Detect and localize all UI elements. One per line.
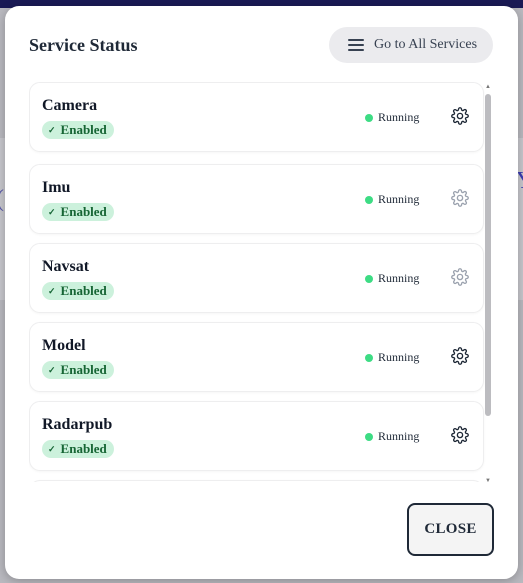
close-button[interactable]: CLOSE (407, 503, 494, 556)
status-label: Running (378, 429, 420, 443)
service-status: Running (365, 429, 419, 444)
service-name: Imu (42, 179, 71, 196)
status-dot (365, 195, 373, 204)
enabled-label: Enabled (60, 283, 107, 298)
background-text-fragment: ( (0, 186, 4, 213)
service-card[interactable]: Camera ✓ Enabled Running (29, 82, 484, 152)
service-name: Model (42, 337, 86, 354)
enabled-badge: ✓ Enabled (42, 203, 114, 221)
check-icon: ✓ (48, 364, 56, 375)
service-status: Running (365, 271, 419, 286)
scroll-up-icon[interactable]: ▲ (485, 84, 491, 90)
service-name: Navsat (42, 258, 90, 275)
status-label: Running (378, 110, 420, 124)
service-status: Running (365, 192, 419, 207)
status-dot (365, 432, 373, 441)
go-to-all-services-label: Go to All Services (374, 37, 478, 52)
enabled-label: Enabled (60, 362, 107, 377)
service-name: Radarpub (42, 416, 113, 433)
gear-icon[interactable] (451, 426, 469, 444)
scrollbar-thumb[interactable] (485, 94, 491, 416)
gear-icon[interactable] (451, 347, 469, 365)
enabled-label: Enabled (60, 204, 107, 219)
enabled-label: Enabled (60, 441, 107, 456)
service-list[interactable]: Camera ✓ Enabled Running Imu ✓ Enabled Running N… (29, 82, 489, 482)
status-label: Running (378, 350, 420, 364)
gear-icon[interactable] (451, 107, 469, 125)
go-to-all-services-button[interactable]: Go to All Services (329, 27, 493, 63)
gear-icon[interactable] (451, 268, 469, 286)
check-icon: ✓ (48, 443, 56, 454)
service-card[interactable]: Radarpub ✓ Enabled Running (29, 401, 484, 471)
enabled-label: Enabled (60, 122, 107, 137)
service-status-dialog: Service Status Go to All Services Camera… (5, 6, 518, 579)
status-dot (365, 353, 373, 362)
status-label: Running (378, 271, 420, 285)
service-name: Camera (42, 97, 98, 114)
check-icon: ✓ (48, 285, 56, 296)
enabled-badge: ✓ Enabled (42, 440, 114, 458)
status-label: Running (378, 192, 420, 206)
service-card[interactable]: Navsat ✓ Enabled Running (29, 243, 484, 313)
gear-icon[interactable] (451, 189, 469, 207)
check-icon: ✓ (48, 124, 56, 135)
enabled-badge: ✓ Enabled (42, 361, 114, 379)
status-dot (365, 113, 373, 122)
dialog-title: Service Status (29, 35, 138, 55)
status-dot (365, 274, 373, 283)
service-card-partial[interactable] (29, 480, 484, 482)
list-scrollbar[interactable]: ▲ ▼ (484, 84, 492, 484)
enabled-badge: ✓ Enabled (42, 121, 114, 139)
service-status: Running (365, 110, 419, 125)
service-card[interactable]: Model ✓ Enabled Running (29, 322, 484, 392)
service-status: Running (365, 350, 419, 365)
check-icon: ✓ (48, 206, 56, 217)
menu-icon (348, 39, 364, 51)
scroll-down-icon[interactable]: ▼ (485, 478, 491, 484)
enabled-badge: ✓ Enabled (42, 282, 114, 300)
service-card[interactable]: Imu ✓ Enabled Running (29, 164, 484, 234)
